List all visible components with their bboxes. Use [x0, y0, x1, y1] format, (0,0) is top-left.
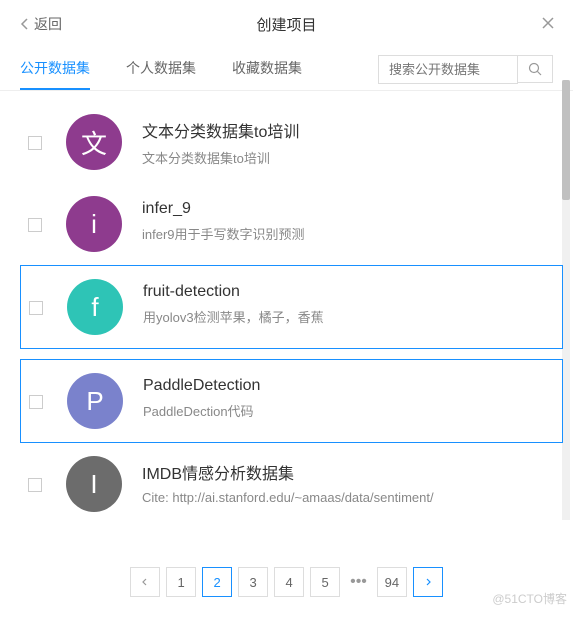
- back-button[interactable]: 返回: [20, 14, 62, 34]
- item-desc: Cite: http://ai.stanford.edu/~amaas/data…: [142, 490, 555, 505]
- list-item[interactable]: 文 文本分类数据集to培训 文本分类数据集to培训: [20, 101, 563, 183]
- item-desc: infer9用于手写数字识别预测: [142, 224, 555, 243]
- close-button[interactable]: [541, 14, 555, 35]
- list-item[interactable]: P PaddleDetection PaddleDection代码: [20, 359, 563, 443]
- tab-public[interactable]: 公开数据集: [20, 48, 90, 90]
- chevron-left-icon: [20, 17, 30, 31]
- item-desc: 文本分类数据集to培训: [142, 148, 555, 167]
- list-item[interactable]: I IMDB情感分析数据集 Cite: http://ai.stanford.e…: [20, 443, 563, 525]
- list-item[interactable]: f fruit-detection 用yolov3检测苹果，橘子，香蕉: [20, 265, 563, 349]
- search-input[interactable]: [378, 55, 518, 84]
- page-5[interactable]: 5: [310, 567, 340, 597]
- item-title: infer_9: [142, 200, 555, 218]
- avatar: P: [67, 373, 123, 429]
- avatar: I: [66, 456, 122, 512]
- avatar: 文: [66, 114, 122, 170]
- page-3[interactable]: 3: [238, 567, 268, 597]
- pagination: 1 2 3 4 5 ••• 94: [0, 555, 573, 609]
- dataset-list: 文 文本分类数据集to培训 文本分类数据集to培训 i infer_9 infe…: [0, 91, 573, 541]
- avatar: i: [66, 196, 122, 252]
- watermark: @51CTO博客: [492, 590, 567, 607]
- page-4[interactable]: 4: [274, 567, 304, 597]
- page-ellipsis: •••: [346, 573, 371, 591]
- search-icon: [528, 62, 542, 76]
- page-prev[interactable]: [130, 567, 160, 597]
- back-label: 返回: [34, 14, 62, 34]
- checkbox[interactable]: [28, 218, 42, 232]
- page-2[interactable]: 2: [202, 567, 232, 597]
- tab-personal[interactable]: 个人数据集: [126, 48, 196, 90]
- chevron-right-icon: [423, 577, 433, 587]
- checkbox[interactable]: [29, 301, 43, 315]
- search-button[interactable]: [518, 55, 553, 83]
- page-next[interactable]: [413, 567, 443, 597]
- list-item[interactable]: i infer_9 infer9用于手写数字识别预测: [20, 183, 563, 265]
- item-title: PaddleDetection: [143, 377, 554, 395]
- item-title: fruit-detection: [143, 283, 554, 301]
- tab-favorites[interactable]: 收藏数据集: [232, 48, 302, 90]
- close-icon: [541, 16, 555, 30]
- item-desc: 用yolov3检测苹果，橘子，香蕉: [143, 307, 554, 326]
- avatar: f: [67, 279, 123, 335]
- chevron-left-icon: [140, 577, 150, 587]
- page-last[interactable]: 94: [377, 567, 407, 597]
- page-1[interactable]: 1: [166, 567, 196, 597]
- item-desc: PaddleDection代码: [143, 401, 554, 420]
- checkbox[interactable]: [28, 136, 42, 150]
- item-title: 文本分类数据集to培训: [142, 118, 555, 142]
- item-title: IMDB情感分析数据集: [142, 460, 555, 484]
- checkbox[interactable]: [28, 478, 42, 492]
- page-title: 创建项目: [256, 14, 316, 35]
- checkbox[interactable]: [29, 395, 43, 409]
